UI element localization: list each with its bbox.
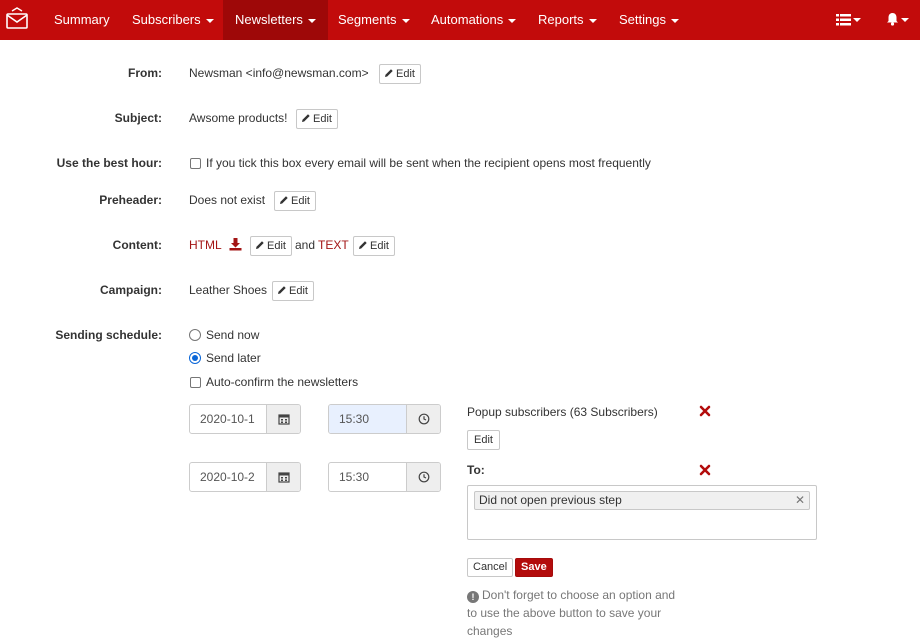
step2-time-input[interactable]: 15:30: [328, 462, 441, 492]
calendar-icon: [277, 414, 290, 425]
remove-step-icon[interactable]: [699, 464, 711, 476]
send-now-label[interactable]: Send now: [206, 328, 259, 342]
to-label: To:: [467, 463, 485, 477]
bell-icon: [887, 13, 898, 26]
condition-tag-label: Did not open previous step: [479, 493, 622, 507]
info-icon: !: [467, 591, 479, 603]
calendar-button[interactable]: [266, 463, 300, 491]
send-later-label[interactable]: Send later: [206, 351, 261, 365]
top-navbar: Summary Subscribers Newsletters Segments…: [0, 0, 920, 40]
step1-edit-button[interactable]: Edit: [467, 430, 500, 450]
auto-confirm-checkbox[interactable]: [190, 377, 201, 388]
campaign-edit-button[interactable]: Edit: [272, 281, 314, 301]
caret-down-icon: [901, 18, 909, 22]
to-condition-select[interactable]: Did not open previous step ✕: [467, 485, 817, 540]
schedule-label: Sending schedule:: [55, 328, 162, 342]
campaign-value: Leather Shoes: [189, 283, 268, 297]
step2-time-value[interactable]: 15:30: [329, 463, 406, 491]
content-label: Content:: [112, 238, 162, 252]
pencil-icon: [280, 196, 288, 204]
campaign-label: Campaign:: [99, 283, 162, 297]
condition-tag: Did not open previous step ✕: [474, 491, 810, 510]
remove-step-icon[interactable]: [699, 405, 711, 417]
list-icon: [836, 14, 851, 26]
subject-label: Subject:: [114, 111, 162, 125]
step1-date-input[interactable]: 2020-10-1: [189, 404, 301, 434]
nav-newsletters[interactable]: Newsletters: [223, 0, 328, 40]
html-edit-button[interactable]: Edit: [250, 236, 292, 256]
caret-down-icon: [853, 18, 861, 22]
pencil-icon: [359, 241, 367, 249]
nav-summary[interactable]: Summary: [54, 0, 110, 40]
pencil-icon: [302, 114, 310, 122]
from-edit-button[interactable]: Edit: [379, 64, 421, 84]
auto-confirm-label[interactable]: Auto-confirm the newsletters: [206, 375, 358, 389]
download-icon[interactable]: [229, 238, 242, 251]
nav-reports[interactable]: Reports: [538, 0, 597, 40]
caret-down-icon: [670, 18, 679, 23]
step1-time-value[interactable]: 15:30: [329, 405, 406, 433]
text-link[interactable]: TEXT: [318, 238, 349, 252]
from-label: From:: [128, 66, 162, 80]
nav-subscribers[interactable]: Subscribers: [132, 0, 214, 40]
clock-button[interactable]: [406, 405, 440, 433]
clock-icon: [418, 413, 429, 425]
pencil-icon: [278, 286, 286, 294]
save-button[interactable]: Save: [515, 558, 553, 577]
best-hour-text: If you tick this box every email will be…: [206, 156, 651, 170]
caret-down-icon: [307, 18, 316, 23]
calendar-button[interactable]: [266, 405, 300, 433]
step2-date-value[interactable]: 2020-10-2: [190, 463, 266, 491]
send-later-radio[interactable]: [189, 352, 201, 364]
preheader-label: Preheader:: [99, 193, 162, 207]
cancel-button[interactable]: Cancel: [467, 558, 514, 577]
nav-segments[interactable]: Segments: [338, 0, 410, 40]
send-now-radio[interactable]: [189, 329, 201, 341]
step1-audience: Popup subscribers (63 Subscribers): [467, 405, 658, 419]
nav-settings[interactable]: Settings: [619, 0, 679, 40]
from-value: Newsman <info@newsman.com>: [189, 66, 369, 80]
step1-date-value[interactable]: 2020-10-1: [190, 405, 266, 433]
pencil-icon: [256, 241, 264, 249]
content-and-text: and: [295, 238, 316, 252]
html-link[interactable]: HTML: [189, 238, 222, 252]
caret-down-icon: [401, 18, 410, 23]
nav-automations[interactable]: Automations: [431, 0, 517, 40]
preheader-edit-button[interactable]: Edit: [274, 191, 316, 211]
save-hint-text: Don't forget to choose an option and to …: [467, 588, 676, 638]
text-edit-button[interactable]: Edit: [353, 236, 395, 256]
best-hour-checkbox[interactable]: [190, 158, 201, 169]
subject-edit-button[interactable]: Edit: [296, 109, 338, 129]
calendar-icon: [277, 472, 290, 483]
clock-icon: [418, 471, 429, 483]
best-hour-label: Use the best hour:: [56, 156, 162, 170]
step1-time-input[interactable]: 15:30: [328, 404, 441, 434]
preheader-value: Does not exist: [189, 193, 266, 207]
subject-value: Awsome products!: [189, 111, 288, 125]
remove-tag-icon[interactable]: ✕: [795, 492, 805, 509]
newsman-logo-icon[interactable]: [4, 6, 30, 34]
pencil-icon: [385, 69, 393, 77]
nav-notifications[interactable]: [886, 0, 912, 40]
nav-list-menu[interactable]: [836, 0, 862, 40]
save-hint: ! Don't forget to choose an option and to…: [467, 586, 677, 638]
caret-down-icon: [588, 18, 597, 23]
clock-button[interactable]: [406, 463, 440, 491]
caret-down-icon: [508, 18, 517, 23]
caret-down-icon: [205, 18, 214, 23]
step2-date-input[interactable]: 2020-10-2: [189, 462, 301, 492]
